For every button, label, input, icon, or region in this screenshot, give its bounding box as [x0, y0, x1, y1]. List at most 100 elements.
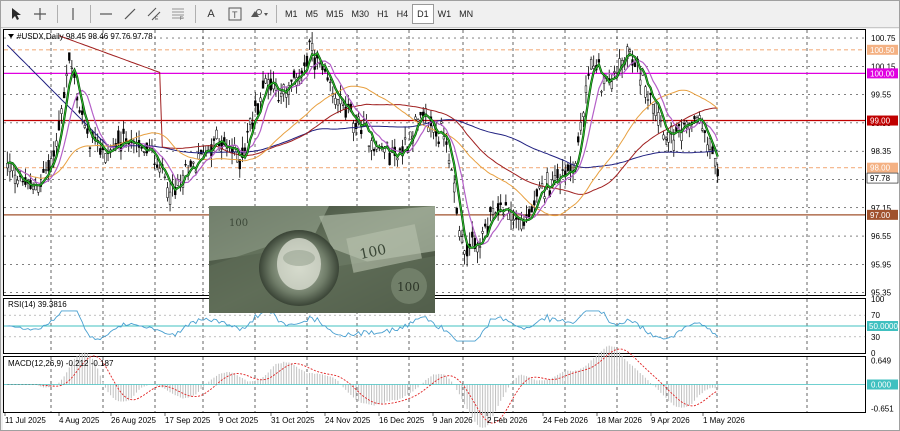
time-axis-label: 18 Mar 2026	[597, 416, 642, 425]
candle-body	[360, 129, 363, 135]
candle-body	[290, 79, 293, 82]
candle-body	[706, 144, 709, 153]
timeframe-h4[interactable]: H4	[393, 4, 413, 24]
candle-body	[398, 148, 402, 151]
fibonacci-icon[interactable]: F	[167, 3, 189, 25]
candle-body	[633, 62, 637, 67]
time-axis-label: 9 Oct 2025	[219, 416, 259, 425]
equidistant-channel-icon[interactable]: E	[143, 3, 165, 25]
text-tool-label: A	[207, 8, 215, 20]
timeframe-w1[interactable]: W1	[434, 4, 456, 24]
candle-body	[458, 230, 461, 237]
candle-body	[587, 73, 590, 76]
candle-body	[236, 151, 239, 163]
candle-body	[693, 116, 696, 120]
candle-body	[639, 79, 642, 86]
candle-body	[489, 206, 492, 213]
candle-body	[582, 112, 585, 117]
timeframe-h1[interactable]: H1	[373, 4, 393, 24]
timeframe-d1[interactable]: D1	[412, 4, 434, 24]
candle-body	[651, 104, 655, 114]
candle-body	[308, 40, 311, 43]
candle-body	[659, 120, 663, 122]
candle-body	[509, 212, 513, 221]
price-tag-label: 99.00	[870, 117, 891, 126]
candle-body	[478, 246, 482, 248]
candle-body	[68, 52, 71, 61]
svg-text:100: 100	[229, 218, 248, 229]
text-label-icon[interactable]: T	[224, 3, 246, 25]
candle-body	[437, 141, 440, 144]
candle-body	[13, 174, 17, 184]
candle-body	[577, 136, 580, 143]
price-axis-label: 100.75	[871, 34, 896, 43]
cursor-icon[interactable]	[5, 3, 27, 25]
candle-body	[44, 169, 48, 171]
candle-body	[264, 78, 267, 84]
vertical-line-icon[interactable]	[62, 3, 84, 25]
candle-body	[303, 62, 306, 66]
time-axis-label: 11 Jul 2025	[5, 416, 46, 425]
candle-body	[409, 131, 412, 140]
toolbar-divider	[276, 5, 277, 23]
text-icon[interactable]: A	[200, 3, 222, 25]
candle-body	[73, 74, 76, 78]
candle-body	[677, 123, 681, 127]
timeframe-m1[interactable]: M1	[281, 4, 302, 24]
time-axis-label: 24 Nov 2025	[325, 416, 371, 425]
time-axis-label: 31 Oct 2025	[271, 416, 315, 425]
candle-body	[533, 200, 536, 206]
candle-body	[442, 136, 446, 140]
candle-body	[99, 148, 102, 155]
candle-body	[329, 81, 332, 84]
time-axis-label: 17 Sep 2025	[165, 416, 211, 425]
toolbar-divider	[90, 5, 91, 23]
candle-body	[367, 145, 371, 147]
candle-body	[194, 170, 198, 173]
toolbar: E F A T M1 M5 M15 M30 H1 H4 D1 W1 MN	[1, 1, 899, 28]
candle-body	[535, 189, 539, 197]
shapes-icon[interactable]	[248, 3, 270, 25]
candle-body	[184, 164, 187, 166]
candle-body	[481, 231, 484, 234]
candle-body	[512, 219, 515, 221]
candle-body	[117, 130, 120, 145]
candle-body	[502, 213, 505, 216]
candle-body	[543, 196, 546, 200]
candle-body	[662, 134, 665, 140]
dollar-bills-photo: 100 100 100	[209, 206, 435, 313]
time-axis-label: 24 Feb 2026	[543, 416, 588, 425]
timeframe-mn[interactable]: MN	[455, 4, 477, 24]
price-axis-label: 98.35	[871, 147, 892, 156]
macd-axis-label: 0.000	[871, 381, 892, 390]
candle-body	[166, 187, 169, 198]
candle-body	[62, 92, 66, 99]
timeframe-m30[interactable]: M30	[348, 4, 374, 24]
crosshair-icon[interactable]	[29, 3, 51, 25]
candle-body	[711, 146, 714, 155]
candle-body	[34, 182, 37, 191]
trading-terminal-window: E F A T M1 M5 M15 M30 H1 H4 D1 W1 MN 100…	[0, 0, 900, 431]
candle-body	[279, 92, 283, 97]
symbol-header: #USDX,Daily 98.45 98.46 97.76 97.78	[17, 32, 153, 41]
candle-body	[579, 121, 582, 131]
candle-body	[646, 99, 650, 101]
candle-body	[484, 223, 487, 227]
candle-body	[140, 147, 143, 149]
horizontal-line-icon[interactable]	[95, 3, 117, 25]
candle-body	[556, 169, 559, 179]
candle-body	[504, 202, 508, 206]
trendline-icon[interactable]	[119, 3, 141, 25]
candle-body	[372, 148, 376, 152]
chart-area[interactable]: 100 70 50.0000 30 0 0.649 0.000 -0.651 100.75 1…	[3, 29, 899, 430]
svg-text:T: T	[232, 10, 238, 20]
candle-body	[16, 180, 19, 185]
candle-body	[716, 169, 719, 177]
timeframe-m5[interactable]: M5	[302, 4, 323, 24]
chart-canvas[interactable]: 1007050.0000300 0.6490.000-0.651 100.751…	[3, 29, 899, 430]
candle-body	[667, 132, 670, 143]
candle-body	[440, 121, 443, 124]
toolbar-divider	[195, 5, 196, 23]
timeframe-m15[interactable]: M15	[322, 4, 348, 24]
candle-body	[613, 71, 616, 73]
